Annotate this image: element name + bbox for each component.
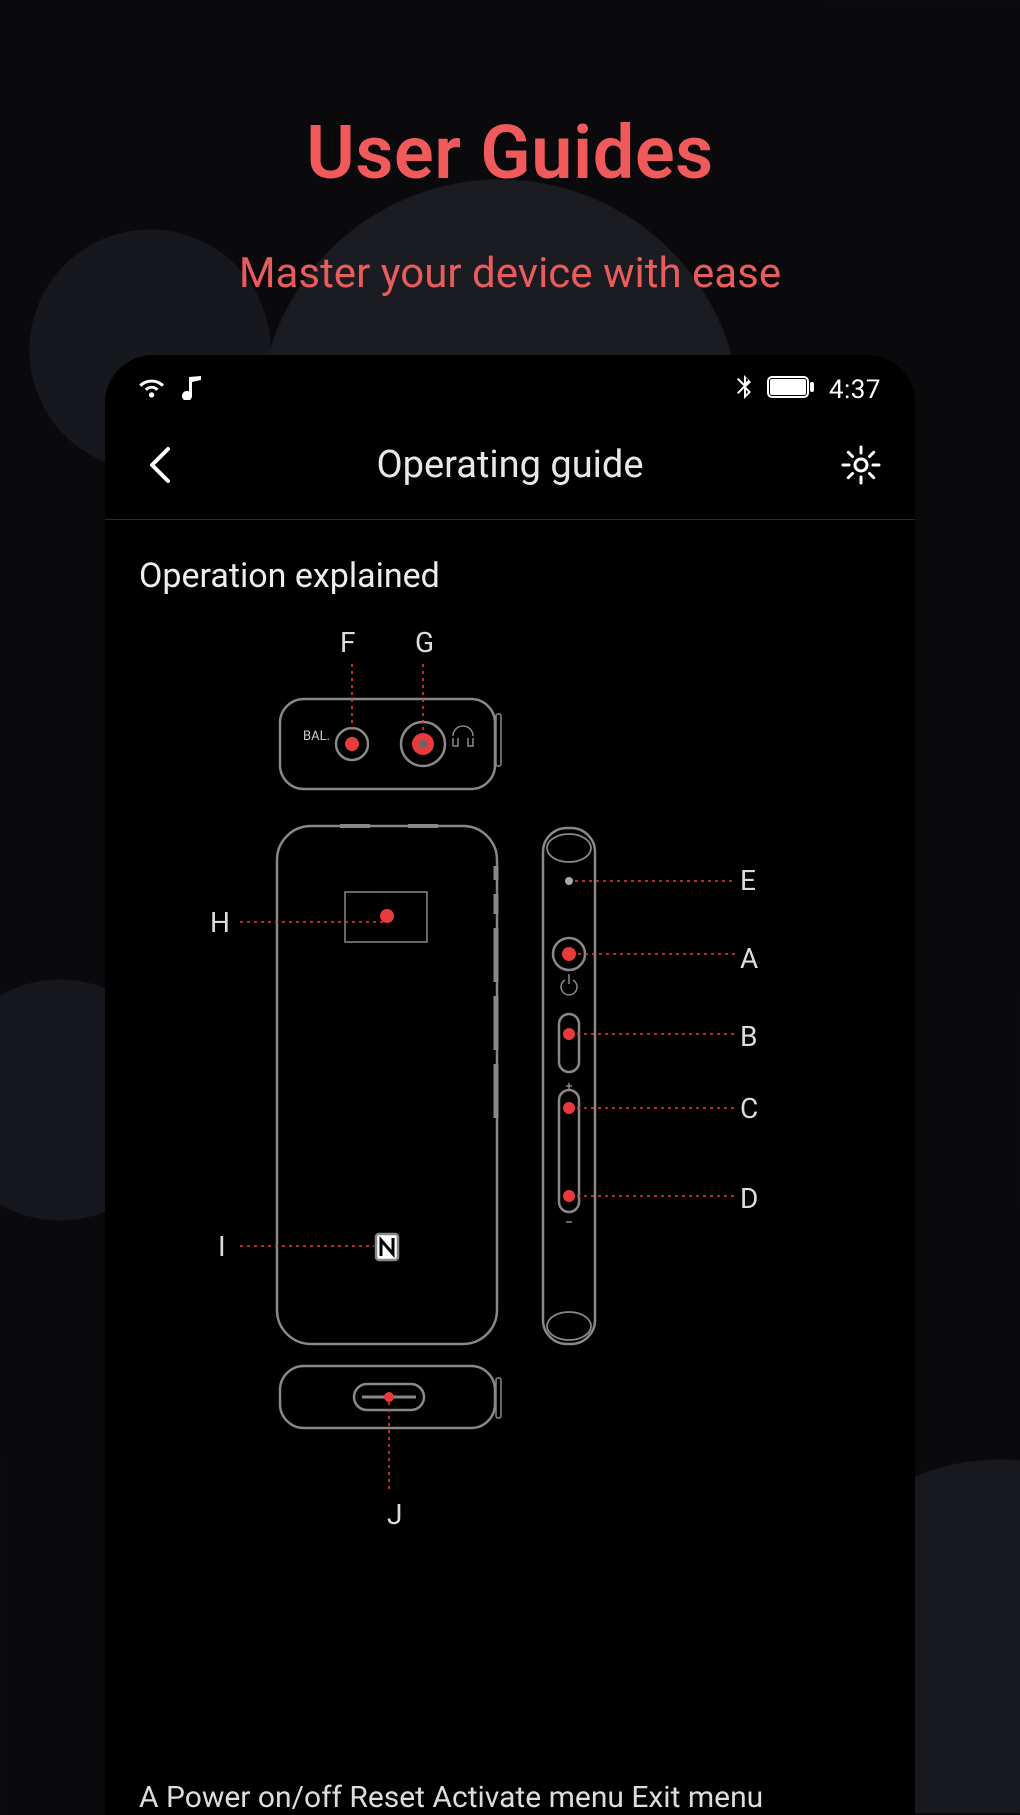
status-bar: 4:37 — [105, 355, 915, 417]
battery-icon — [767, 376, 815, 404]
back-button[interactable] — [135, 441, 183, 489]
device-diagram: F G H I E A B C D J BAL. — [140, 626, 880, 1756]
footer-text: A Power on/off Reset Activate menu Exit … — [139, 1780, 763, 1815]
bluetooth-icon — [735, 373, 753, 407]
section-heading: Operation explained — [139, 556, 881, 596]
status-clock: 4:37 — [829, 375, 881, 405]
promo-title: User Guides — [0, 0, 1020, 197]
page-title: Operating guide — [183, 443, 837, 487]
settings-button[interactable] — [837, 441, 885, 489]
music-note-icon — [181, 374, 203, 406]
diagram-svg — [140, 626, 880, 1546]
wifi-icon — [139, 376, 167, 404]
promo-subtitle: Master your device with ease — [0, 249, 1020, 298]
device-screenshot: 4:37 Operating guide Operation explained… — [105, 355, 915, 1815]
app-header: Operating guide — [105, 417, 915, 520]
